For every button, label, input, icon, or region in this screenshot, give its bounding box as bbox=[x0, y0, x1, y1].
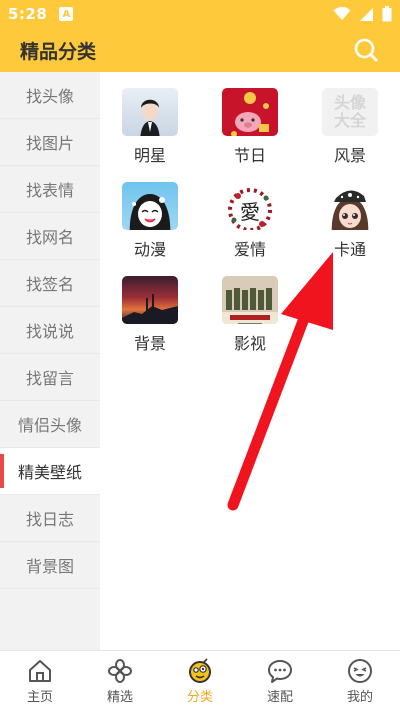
category-background[interactable]: 背景 bbox=[100, 260, 200, 354]
category-label: 节日 bbox=[233, 146, 266, 165]
nav-label: 分类 bbox=[186, 689, 213, 705]
clover-icon bbox=[108, 658, 132, 683]
category-label: 风景 bbox=[333, 146, 366, 165]
page-title: 精品分类 bbox=[20, 40, 97, 63]
category-label: 影视 bbox=[233, 334, 266, 353]
sidebar-item-posts[interactable]: 找说说 bbox=[0, 307, 100, 354]
sidebar-item-diary[interactable]: 找日志 bbox=[0, 495, 100, 542]
notification-icon: A bbox=[59, 7, 74, 21]
category-label: 卡通 bbox=[333, 240, 366, 259]
sidebar-item-background[interactable]: 背景图 bbox=[0, 542, 100, 589]
sidebar-item-label: 找说说 bbox=[25, 322, 74, 341]
wifi-icon bbox=[333, 7, 351, 20]
sidebar-item-label: 找留言 bbox=[25, 369, 74, 388]
category-label: 爱情 bbox=[233, 240, 266, 259]
category-label: 背景 bbox=[133, 334, 166, 353]
status-bar: 5:28 A bbox=[0, 0, 400, 28]
nav-category[interactable]: 分类 bbox=[160, 651, 240, 711]
nav-label: 主页 bbox=[26, 689, 53, 705]
notification-letter: A bbox=[62, 8, 71, 20]
star-thumbnail bbox=[122, 88, 178, 136]
sidebar-item-nicknames[interactable]: 找网名 bbox=[0, 213, 100, 260]
smiley-icon bbox=[348, 658, 372, 683]
love-glyph: 愛 bbox=[240, 199, 260, 224]
holiday-thumbnail bbox=[222, 88, 278, 136]
sidebar-item-couple-avatar[interactable]: 情侣头像 bbox=[0, 401, 100, 448]
sidebar-item-label: 情侣头像 bbox=[17, 416, 82, 435]
anime-thumbnail bbox=[122, 182, 178, 230]
sidebar-item-label: 找签名 bbox=[25, 275, 74, 294]
nav-match[interactable]: 速配 bbox=[240, 651, 320, 711]
nav-home[interactable]: 主页 bbox=[0, 651, 80, 711]
nav-label: 速配 bbox=[266, 689, 293, 705]
category-cartoon[interactable]: 卡通 bbox=[300, 166, 400, 260]
sidebar-item-label: 找日志 bbox=[25, 510, 74, 529]
battery-icon bbox=[382, 6, 392, 22]
sidebar-item-images[interactable]: 找图片 bbox=[0, 119, 100, 166]
category-anime[interactable]: 动漫 bbox=[100, 166, 200, 260]
sidebar-item-messages[interactable]: 找留言 bbox=[0, 354, 100, 401]
category-scenery[interactable]: 头像大全 风景 bbox=[300, 72, 400, 166]
app-header: 精品分类 bbox=[0, 28, 400, 72]
background-thumbnail bbox=[122, 276, 178, 324]
sidebar-item-label: 背景图 bbox=[25, 557, 74, 576]
category-sidebar: 找头像 找图片 找表情 找网名 找签名 找说说 找留言 情侣头像 精美壁纸 找日… bbox=[0, 72, 100, 650]
category-face-icon bbox=[189, 657, 211, 683]
sidebar-item-label: 精美壁纸 bbox=[17, 463, 82, 482]
cartoon-thumbnail bbox=[322, 182, 378, 230]
category-holiday[interactable]: 节日 bbox=[200, 72, 300, 166]
category-grid: 明星 节日 头像大全 风景 动漫 愛 爱情 卡通 背景 影视 bbox=[100, 72, 400, 650]
nav-label: 我的 bbox=[346, 689, 373, 705]
nav-featured[interactable]: 精选 bbox=[80, 651, 160, 711]
nav-profile[interactable]: 我的 bbox=[320, 651, 400, 711]
nav-label: 精选 bbox=[106, 689, 133, 705]
sidebar-item-wallpaper[interactable]: 精美壁纸 bbox=[0, 448, 100, 495]
sidebar-item-emoticons[interactable]: 找表情 bbox=[0, 166, 100, 213]
sidebar-item-label: 找网名 bbox=[25, 228, 74, 247]
home-icon bbox=[29, 659, 51, 682]
film-thumbnail bbox=[222, 276, 278, 324]
scenery-thumbnail: 头像大全 bbox=[322, 88, 378, 136]
chat-bubble-icon bbox=[268, 659, 292, 683]
bottom-nav: 主页 精选 分类 速配 我的 bbox=[0, 650, 400, 711]
sidebar-item-signatures[interactable]: 找签名 bbox=[0, 260, 100, 307]
love-thumbnail: 愛 bbox=[222, 182, 278, 230]
sidebar-item-label: 找图片 bbox=[25, 134, 74, 153]
sidebar-item-label: 找表情 bbox=[25, 181, 74, 200]
search-icon bbox=[354, 38, 378, 62]
search-button[interactable] bbox=[352, 36, 380, 64]
category-film[interactable]: 影视 bbox=[200, 260, 300, 354]
status-time: 5:28 bbox=[8, 5, 48, 23]
category-label: 明星 bbox=[133, 146, 166, 165]
category-star[interactable]: 明星 bbox=[100, 72, 200, 166]
watermark-text: 头像大全 bbox=[333, 93, 366, 130]
category-label: 动漫 bbox=[133, 240, 166, 259]
sidebar-item-label: 找头像 bbox=[25, 87, 74, 106]
signal-icon bbox=[360, 7, 373, 21]
category-love[interactable]: 愛 爱情 bbox=[200, 166, 300, 260]
sidebar-item-avatar[interactable]: 找头像 bbox=[0, 72, 100, 119]
